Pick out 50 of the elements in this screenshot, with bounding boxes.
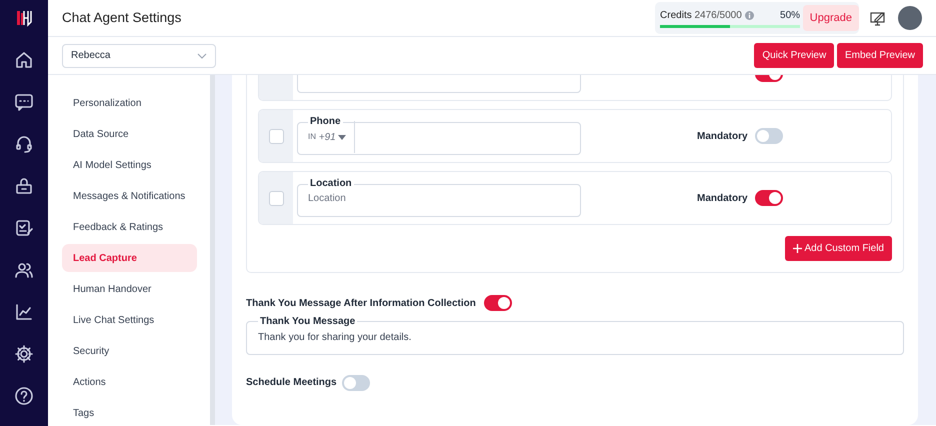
logo-icon: [14, 8, 34, 28]
credits-value: 2476/5000: [694, 9, 742, 23]
menu-item[interactable]: Lead Capture: [62, 244, 197, 272]
chart-icon[interactable]: [14, 302, 34, 322]
mandatory-label: Mandatory: [697, 130, 749, 144]
toggle-switch[interactable]: [755, 190, 783, 206]
basket-icon[interactable]: [14, 176, 34, 196]
page-title: Chat Agent Settings: [62, 8, 182, 27]
text-field[interactable]: Location Location: [297, 179, 581, 217]
checkbox[interactable]: [268, 128, 284, 144]
setting-label: Schedule Meetings: [246, 376, 337, 390]
chat-icon[interactable]: [14, 92, 34, 112]
add-custom-field-button[interactable]: Add Custom Field: [784, 236, 892, 261]
settings-icon[interactable]: [14, 344, 34, 364]
monitor-pen-icon[interactable]: [870, 10, 887, 26]
menu-item[interactable]: Data Source: [62, 120, 197, 148]
menu-item[interactable]: Feedback & Ratings: [62, 213, 197, 241]
menu-item[interactable]: Messages & Notifications: [62, 182, 197, 210]
setting-label: Thank You Message After Information Collection: [246, 296, 476, 310]
preview-button[interactable]: Quick Preview: [754, 43, 834, 68]
field-label: Location: [309, 179, 353, 189]
menu-item[interactable]: AI Model Settings: [62, 151, 197, 179]
user-avatar[interactable]: [898, 6, 922, 30]
menu-item[interactable]: Personalization: [62, 89, 197, 117]
chevron-down-icon: [197, 52, 207, 58]
credits-percent: 50%: [780, 9, 800, 23]
preview-button[interactable]: Embed Preview: [836, 43, 923, 68]
menu-item[interactable]: Security: [62, 337, 197, 365]
plus-icon: [792, 244, 802, 253]
toggle-switch[interactable]: [755, 128, 783, 144]
menu-item[interactable]: Live Chat Settings: [62, 306, 197, 334]
mandatory-label: Mandatory: [697, 192, 749, 206]
thank-you-message-field[interactable]: Thank You Message Thank you for sharing your details.: [246, 316, 904, 354]
upgrade-button[interactable]: Upgrade: [802, 4, 859, 32]
users-icon[interactable]: [14, 260, 34, 280]
menu-item[interactable]: Actions: [62, 368, 197, 396]
home-icon[interactable]: [14, 50, 34, 70]
caret-down-icon: [338, 134, 346, 140]
agent-select[interactable]: Rebecca: [62, 44, 216, 68]
phone-field[interactable]: Phone IN +91: [297, 117, 581, 155]
checkbox[interactable]: [268, 190, 284, 206]
toggle-switch[interactable]: [484, 295, 512, 311]
toggle-switch[interactable]: [342, 374, 370, 390]
menu-item[interactable]: Tags: [62, 399, 197, 426]
clipboard-icon[interactable]: [14, 218, 34, 238]
field-label: Thank You Message: [259, 316, 356, 326]
help-icon[interactable]: [14, 386, 34, 406]
menu-item[interactable]: Human Handover: [62, 275, 197, 303]
credits-label: Credits: [660, 9, 692, 23]
headset-icon[interactable]: [14, 134, 34, 154]
